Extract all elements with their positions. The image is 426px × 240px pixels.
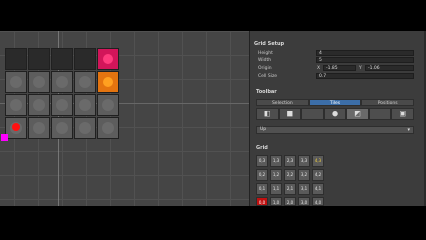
- grid-cell[interactable]: 3,1: [298, 183, 310, 195]
- tile-variant-icon: ◧: [263, 109, 271, 118]
- tool-button[interactable]: ▣: [391, 108, 415, 120]
- grid-tile[interactable]: [51, 71, 73, 93]
- grid-cell[interactable]: 1,0: [270, 197, 282, 206]
- grid-tile[interactable]: [97, 117, 119, 139]
- grid-cell[interactable]: 2,1: [284, 183, 296, 195]
- grid-tile[interactable]: [5, 71, 27, 93]
- tool-button[interactable]: [301, 108, 324, 120]
- grid-tile[interactable]: [74, 117, 96, 139]
- origin-handle[interactable]: [1, 134, 8, 141]
- origin-label: Origin: [258, 66, 272, 71]
- direction-dropdown-value: Up: [260, 127, 267, 132]
- cell-size-field[interactable]: 0.7: [316, 73, 414, 79]
- tab-positions[interactable]: Positions: [361, 99, 415, 106]
- scene-view[interactable]: ✥ ↻ ⤢ ● ◉ ▤ ⚙: [0, 31, 249, 206]
- grid-tile-orange[interactable]: [97, 71, 119, 93]
- tool-button[interactable]: ●: [323, 108, 347, 120]
- grid-tile-pink[interactable]: [97, 48, 119, 70]
- tile-toolbar: ◧ ■ ● ◩ ▣: [256, 108, 415, 120]
- grid-cell[interactable]: 0,3: [256, 155, 268, 167]
- toolbar-title: Toolbar: [256, 89, 277, 95]
- frame-tile-icon: ▣: [399, 109, 407, 118]
- width-label: Width: [258, 58, 272, 63]
- grid-cell[interactable]: 0,1: [256, 183, 268, 195]
- grid-tile[interactable]: [51, 48, 73, 70]
- grid-cell[interactable]: 2,0: [284, 197, 296, 206]
- grid-title: Grid: [256, 145, 268, 151]
- origin-y-label: Y: [359, 66, 362, 71]
- grid-cell[interactable]: 4,2: [312, 169, 324, 181]
- editor-frame: ✥ ↻ ⤢ ● ◉ ▤ ⚙ Grid Setup Height 4 Width …: [0, 0, 426, 240]
- grid-tile[interactable]: [74, 94, 96, 116]
- width-field[interactable]: 5: [316, 57, 414, 63]
- tab-selection[interactable]: Selection: [256, 99, 309, 106]
- grid-tile[interactable]: [5, 48, 27, 70]
- grid-tile[interactable]: [51, 94, 73, 116]
- dark-tile-icon: ■: [286, 109, 294, 118]
- grid-cell[interactable]: 4,3: [312, 155, 324, 167]
- grid-tile[interactable]: [74, 48, 96, 70]
- grid-tile[interactable]: [28, 94, 50, 116]
- tool-button-selected[interactable]: ◩: [346, 108, 369, 120]
- grid-cell[interactable]: 4,0: [312, 197, 324, 206]
- grid-tile[interactable]: [28, 117, 50, 139]
- tool-button[interactable]: ◧: [256, 108, 279, 120]
- origin-x-label: X: [317, 66, 321, 71]
- grid-cell[interactable]: 4,1: [312, 183, 324, 195]
- origin-y-field[interactable]: -1.06: [365, 65, 414, 71]
- grid-cell-selected[interactable]: 0,0: [256, 197, 268, 206]
- grid-cell[interactable]: 3,0: [298, 197, 310, 206]
- tab-tiles[interactable]: Tiles: [308, 99, 362, 106]
- grid-cell[interactable]: 0,2: [256, 169, 268, 181]
- grid-cell[interactable]: 1,1: [270, 183, 282, 195]
- grid-tile[interactable]: [51, 117, 73, 139]
- tool-button[interactable]: ■: [278, 108, 302, 120]
- mode-tabs: Selection Tiles Positions: [256, 99, 415, 106]
- grid-cell[interactable]: 3,2: [298, 169, 310, 181]
- white-dot-icon: ●: [331, 109, 339, 118]
- grid-tile[interactable]: [28, 48, 50, 70]
- grid-tile[interactable]: [5, 94, 27, 116]
- grid-cell[interactable]: 2,3: [284, 155, 296, 167]
- tool-button[interactable]: [368, 108, 392, 120]
- origin-x-field[interactable]: -1.85: [323, 65, 356, 71]
- grid-cell[interactable]: 1,3: [270, 155, 282, 167]
- direction-dropdown[interactable]: Up ▾: [256, 126, 414, 134]
- grid-tile[interactable]: [28, 71, 50, 93]
- chevron-down-icon: ▾: [407, 127, 410, 133]
- grid-tile[interactable]: [74, 71, 96, 93]
- start-marker[interactable]: [12, 123, 20, 131]
- cell-size-label: Cell Size: [258, 74, 278, 79]
- grid-cell[interactable]: 3,3: [298, 155, 310, 167]
- height-field[interactable]: 4: [316, 50, 414, 56]
- grid-cell[interactable]: 2,2: [284, 169, 296, 181]
- height-label: Height: [258, 51, 273, 56]
- grid-tile[interactable]: [97, 94, 119, 116]
- grid-cell[interactable]: 1,2: [270, 169, 282, 181]
- grid-setup-title[interactable]: Grid Setup: [254, 41, 284, 47]
- selected-tile-icon: ◩: [354, 109, 361, 118]
